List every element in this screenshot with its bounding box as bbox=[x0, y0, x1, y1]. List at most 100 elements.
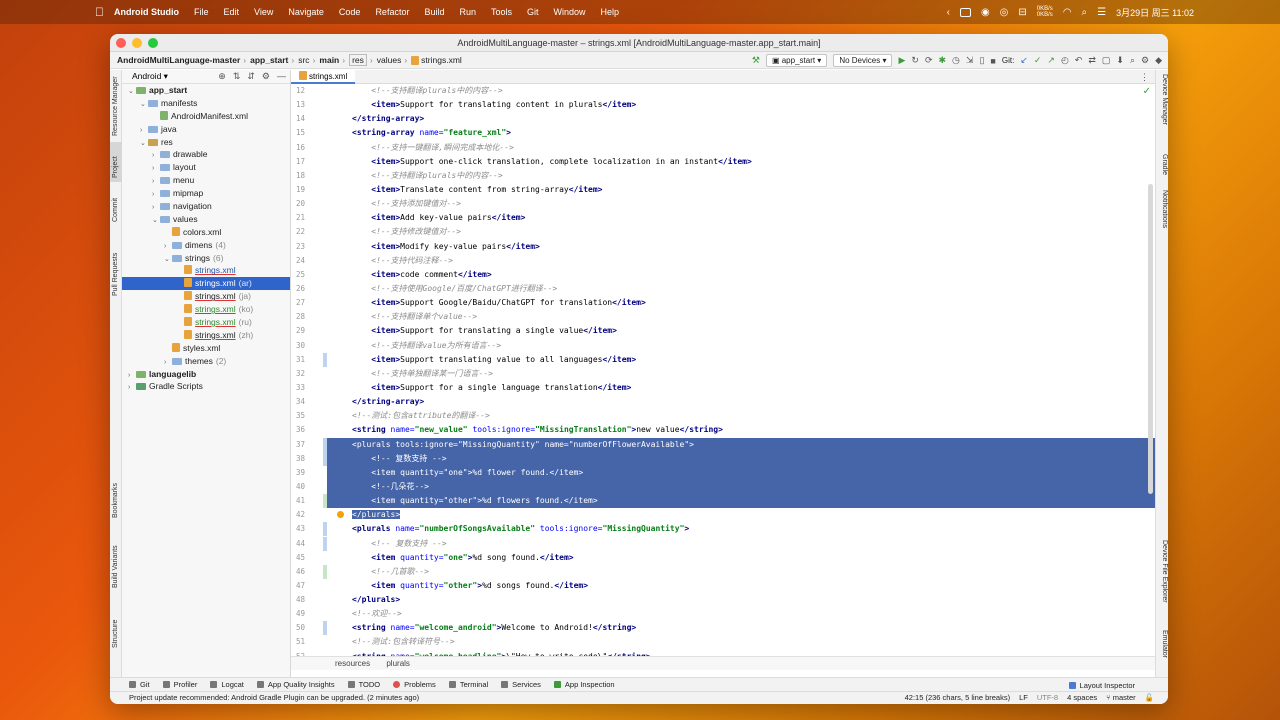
xml-crumb-resources[interactable]: resources bbox=[335, 659, 370, 668]
code-line[interactable]: 46 <!--几首歌--> bbox=[291, 564, 1155, 579]
code-line[interactable]: 16 <!--支持一键翻译,瞬间完成本地化--> bbox=[291, 141, 1155, 155]
wechat-icon[interactable]: ◉ bbox=[981, 7, 990, 18]
profile-icon[interactable]: ◷ bbox=[952, 55, 960, 66]
settings-gear-icon[interactable]: ⚙ bbox=[1141, 55, 1149, 66]
code-line[interactable]: 29 <item>Support for translating a singl… bbox=[291, 324, 1155, 338]
status-message[interactable]: Project update recommended: Android Grad… bbox=[129, 692, 419, 704]
code-line[interactable]: 18 <!--支持翻译plurals中的内容--> bbox=[291, 169, 1155, 183]
locate-icon[interactable]: ⊕ bbox=[218, 71, 226, 82]
tab-device-file-explorer[interactable]: Device File Explorer bbox=[1157, 540, 1168, 620]
device-select[interactable]: No Devices ▾ bbox=[833, 54, 893, 67]
minimize-window-button[interactable] bbox=[132, 38, 142, 48]
vcs-change-marker[interactable] bbox=[323, 451, 327, 466]
tree-item[interactable]: AndroidManifest.xml bbox=[122, 110, 290, 123]
apply-changes-icon[interactable]: ↻ bbox=[911, 55, 919, 66]
sdk-icon[interactable]: ⬇ bbox=[1116, 55, 1124, 66]
code-line[interactable]: 33 <item>Support for a single language t… bbox=[291, 381, 1155, 395]
search-everywhere-icon[interactable]: ⌕ bbox=[1130, 55, 1135, 66]
line-separator[interactable]: LF bbox=[1019, 692, 1028, 704]
tree-item[interactable]: colors.xml bbox=[122, 226, 290, 239]
tree-item[interactable]: › java bbox=[122, 123, 290, 136]
attach-debugger-icon[interactable]: ⇲ bbox=[966, 55, 974, 66]
code-line[interactable]: 30 <!--支持翻译value为所有语言--> bbox=[291, 339, 1155, 353]
tab-notifications[interactable]: Notifications bbox=[1157, 190, 1168, 240]
zoom-window-button[interactable] bbox=[148, 38, 158, 48]
tab-device-manager[interactable]: Device Manager bbox=[1157, 74, 1168, 144]
editor-scrollbar[interactable] bbox=[1148, 184, 1153, 494]
code-line[interactable]: 40 <!--几朵花--> bbox=[291, 479, 1155, 495]
sync-gradle-icon[interactable]: ⇄ bbox=[1088, 55, 1096, 66]
layout-inspector-button[interactable]: Layout Inspector bbox=[1068, 678, 1148, 692]
tool-terminal[interactable]: Terminal bbox=[448, 680, 488, 689]
tree-item[interactable]: ⌄ values bbox=[122, 213, 290, 226]
avd-icon[interactable]: ▢ bbox=[1102, 55, 1111, 66]
vcs-change-marker[interactable] bbox=[323, 352, 327, 367]
code-line[interactable]: 13 <item>Support for translating content… bbox=[291, 98, 1155, 112]
project-view-select[interactable]: Android ▾ bbox=[132, 71, 168, 82]
code-line[interactable]: 21 <item>Add key-value pairs</item> bbox=[291, 211, 1155, 225]
code-line[interactable]: 41 <item quantity="other">%d flowers fou… bbox=[291, 494, 1155, 509]
tab-commit[interactable]: Commit bbox=[110, 188, 122, 228]
code-line[interactable]: 15 <string-array name="feature_xml"> bbox=[291, 126, 1155, 140]
tab-emulator[interactable]: Emulator bbox=[1157, 630, 1168, 670]
vcs-change-marker[interactable] bbox=[323, 621, 327, 636]
code-line[interactable]: 24 <!--支持代码注释--> bbox=[291, 254, 1155, 268]
vcs-change-marker[interactable] bbox=[323, 437, 327, 452]
tree-item[interactable]: › mipmap bbox=[122, 187, 290, 200]
tree-item[interactable]: › languagelib bbox=[122, 368, 290, 381]
crumb-file[interactable]: strings.xml bbox=[421, 55, 462, 65]
control-icon[interactable]: ⊟ bbox=[1018, 7, 1026, 18]
code-line[interactable]: 32 <!--支持单独翻译某一门语言--> bbox=[291, 367, 1155, 381]
tool-app-inspection[interactable]: App Inspection bbox=[553, 680, 615, 689]
tree-item[interactable]: › menu bbox=[122, 174, 290, 187]
tree-item[interactable]: ⌄ app_start bbox=[122, 84, 290, 97]
code-line[interactable]: 12 <!--支持翻译plurals中的内容--> bbox=[291, 84, 1155, 98]
tree-item[interactable]: › layout bbox=[122, 161, 290, 174]
code-line[interactable]: 45 <item quantity="one">%d song found.</… bbox=[291, 551, 1155, 565]
code-line[interactable]: 49 <!--欢迎--> bbox=[291, 607, 1155, 621]
close-window-button[interactable] bbox=[116, 38, 126, 48]
tree-item[interactable]: strings.xml (ar) bbox=[122, 277, 290, 291]
code-line[interactable]: 19 <item>Translate content from string-a… bbox=[291, 183, 1155, 197]
control-center-icon[interactable]: ☰ bbox=[1097, 7, 1106, 18]
tab-bookmarks[interactable]: Bookmarks bbox=[110, 470, 122, 520]
apple-menu-icon[interactable]:  bbox=[95, 5, 104, 19]
xml-crumb-plurals[interactable]: plurals bbox=[386, 659, 410, 668]
menu-view[interactable]: View bbox=[254, 7, 273, 17]
menu-app-name[interactable]: Android Studio bbox=[114, 7, 179, 17]
tree-item[interactable]: ⌄ strings (6) bbox=[122, 252, 290, 265]
run-icon[interactable]: ▶ bbox=[898, 55, 905, 66]
code-line[interactable]: 22 <!--支持修改键值对--> bbox=[291, 225, 1155, 239]
code-area[interactable]: ✓ 12 <!--支持翻译plurals中的内容--> 13 <item>Supp… bbox=[291, 84, 1155, 656]
menu-help[interactable]: Help bbox=[601, 7, 620, 17]
crumb-module[interactable]: app_start bbox=[250, 55, 288, 65]
run-config-select[interactable]: ▣ app_start ▾ bbox=[765, 54, 828, 67]
code-line[interactable]: 43 <plurals name="numberOfSongsAvailable"… bbox=[291, 522, 1155, 537]
crumb-project[interactable]: AndroidMultiLanguage-master bbox=[117, 55, 240, 65]
code-line[interactable]: 23 <item>Modify key-value pairs</item> bbox=[291, 240, 1155, 254]
code-line[interactable]: 26 <!--支持使用Google/百度/ChatGPT进行翻译--> bbox=[291, 282, 1155, 296]
crumb-main[interactable]: main bbox=[319, 55, 339, 65]
tool-services[interactable]: Services bbox=[501, 680, 541, 689]
vcs-change-marker[interactable] bbox=[323, 522, 327, 537]
tree-item[interactable]: strings.xml (ru) bbox=[122, 316, 290, 329]
tab-pull-requests[interactable]: Pull Requests bbox=[110, 238, 122, 298]
apply-code-icon[interactable]: ⟳ bbox=[925, 55, 933, 66]
menu-code[interactable]: Code bbox=[339, 7, 361, 17]
wifi-icon[interactable]: ◠ bbox=[1063, 7, 1072, 18]
panel-settings-icon[interactable]: ⚙ bbox=[262, 71, 270, 82]
vcs-change-marker[interactable] bbox=[323, 494, 327, 509]
chevron-left-icon[interactable]: ‹ bbox=[947, 7, 950, 18]
menu-edit[interactable]: Edit bbox=[224, 7, 240, 17]
code-line[interactable]: 28 <!--支持翻译单个value--> bbox=[291, 310, 1155, 324]
more-tabs-icon[interactable]: ⋮ bbox=[1140, 70, 1149, 84]
git-commit-icon[interactable]: ✓ bbox=[1034, 55, 1042, 66]
code-line[interactable]: 31 <item>Support translating value to al… bbox=[291, 352, 1155, 367]
code-line[interactable]: 14 </string-array> bbox=[291, 112, 1155, 126]
code-line[interactable]: 42 </plurals> bbox=[291, 508, 1155, 522]
ide-logo-icon[interactable]: ◆ bbox=[1155, 55, 1162, 66]
tree-item[interactable]: › Gradle Scripts bbox=[122, 380, 290, 393]
tab-resource-manager[interactable]: Resource Manager bbox=[110, 74, 122, 138]
menu-git[interactable]: Git bbox=[527, 7, 539, 17]
git-push-icon[interactable]: ↗ bbox=[1047, 55, 1055, 66]
